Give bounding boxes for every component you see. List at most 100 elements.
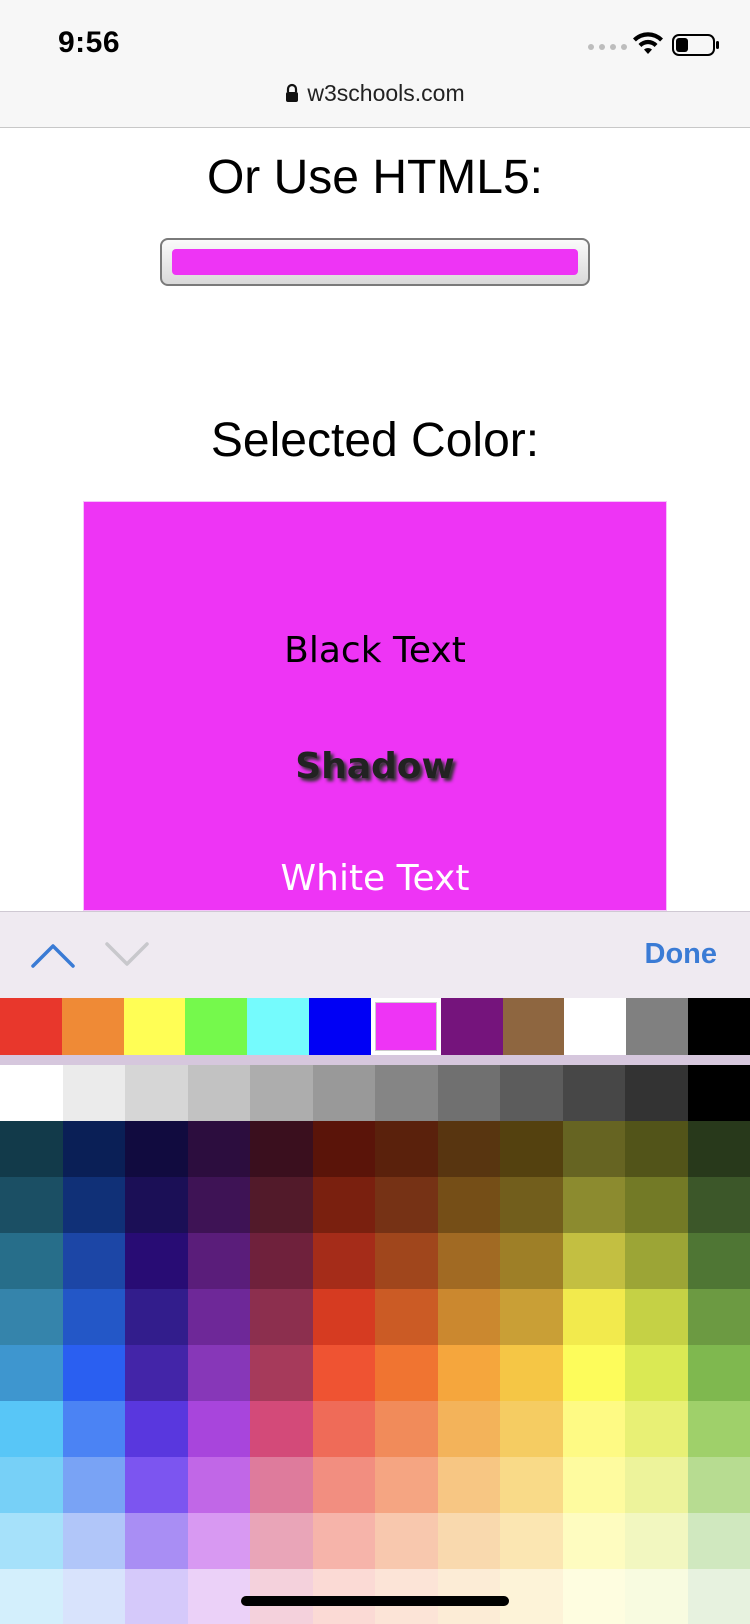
color-grid-swatch[interactable] [437,1233,500,1289]
color-grid-swatch[interactable] [375,1401,438,1457]
color-grid-swatch[interactable] [375,1289,438,1345]
color-grid-swatch[interactable] [375,1121,438,1177]
color-grid-swatch[interactable] [437,1289,500,1345]
quick-color-swatch[interactable] [309,998,371,1055]
chevron-down-icon[interactable] [104,940,150,970]
color-grid-swatch[interactable] [625,1569,688,1624]
address-bar[interactable]: w3schools.com [0,80,750,107]
quick-color-swatch[interactable] [370,998,441,1055]
quick-color-swatch[interactable] [688,998,750,1055]
color-grid-swatch[interactable] [437,1121,500,1177]
quick-color-swatch[interactable] [123,998,186,1055]
color-grid-swatch[interactable] [62,1457,125,1513]
color-grid-swatch[interactable] [437,1513,500,1569]
html5-color-input[interactable] [160,238,590,286]
color-grid-swatch[interactable] [187,1065,250,1121]
color-grid-swatch[interactable] [187,1345,250,1401]
color-grid-swatch[interactable] [500,1177,563,1233]
color-grid-swatch[interactable] [125,1401,188,1457]
quick-color-swatch[interactable] [626,998,689,1055]
color-grid-swatch[interactable] [500,1513,563,1569]
color-grid-swatch[interactable] [62,1513,125,1569]
color-grid-swatch[interactable] [687,1345,750,1401]
color-grid-swatch[interactable] [187,1233,250,1289]
color-grid-swatch[interactable] [0,1233,63,1289]
color-grid-swatch[interactable] [62,1121,125,1177]
color-grid-swatch[interactable] [375,1065,438,1121]
color-grid-swatch[interactable] [125,1065,188,1121]
color-grid-swatch[interactable] [0,1513,63,1569]
color-grid-swatch[interactable] [562,1289,625,1345]
color-grid-swatch[interactable] [625,1065,688,1121]
color-grid-swatch[interactable] [687,1401,750,1457]
color-grid-swatch[interactable] [687,1065,750,1121]
color-grid-swatch[interactable] [312,1401,375,1457]
color-grid-swatch[interactable] [187,1401,250,1457]
color-grid-swatch[interactable] [62,1569,125,1624]
quick-color-swatch[interactable] [502,998,565,1055]
color-grid-swatch[interactable] [62,1233,125,1289]
color-grid-swatch[interactable] [500,1289,563,1345]
color-grid-swatch[interactable] [125,1457,188,1513]
color-grid-swatch[interactable] [625,1401,688,1457]
color-grid-swatch[interactable] [375,1233,438,1289]
color-grid-swatch[interactable] [562,1345,625,1401]
color-grid-swatch[interactable] [500,1345,563,1401]
quick-color-swatch[interactable] [61,998,124,1055]
color-grid-swatch[interactable] [625,1513,688,1569]
color-grid-swatch[interactable] [0,1401,63,1457]
color-grid-swatch[interactable] [187,1121,250,1177]
color-grid-swatch[interactable] [562,1457,625,1513]
color-grid-swatch[interactable] [687,1177,750,1233]
color-grid-swatch[interactable] [312,1457,375,1513]
color-grid-swatch[interactable] [625,1177,688,1233]
color-grid-swatch[interactable] [250,1065,313,1121]
color-grid-swatch[interactable] [0,1177,63,1233]
color-grid-swatch[interactable] [437,1345,500,1401]
color-grid-swatch[interactable] [312,1289,375,1345]
color-grid-swatch[interactable] [250,1177,313,1233]
color-grid-swatch[interactable] [562,1513,625,1569]
color-grid-swatch[interactable] [437,1177,500,1233]
color-grid-swatch[interactable] [375,1177,438,1233]
color-grid-swatch[interactable] [625,1345,688,1401]
color-grid-swatch[interactable] [562,1401,625,1457]
color-grid-swatch[interactable] [312,1177,375,1233]
color-grid-swatch[interactable] [0,1121,63,1177]
quick-color-swatch[interactable] [440,998,503,1055]
color-grid-swatch[interactable] [312,1233,375,1289]
color-grid-swatch[interactable] [250,1401,313,1457]
color-grid-swatch[interactable] [500,1065,563,1121]
color-grid-swatch[interactable] [250,1121,313,1177]
color-grid-swatch[interactable] [250,1289,313,1345]
color-grid-swatch[interactable] [0,1289,63,1345]
quick-color-swatch[interactable] [247,998,310,1055]
color-grid-swatch[interactable] [375,1513,438,1569]
color-grid-swatch[interactable] [437,1401,500,1457]
color-grid-swatch[interactable] [187,1457,250,1513]
color-grid-swatch[interactable] [687,1289,750,1345]
color-grid-swatch[interactable] [437,1065,500,1121]
color-grid-swatch[interactable] [687,1233,750,1289]
color-grid-swatch[interactable] [187,1177,250,1233]
color-grid-swatch[interactable] [125,1513,188,1569]
color-grid-swatch[interactable] [312,1513,375,1569]
color-grid-swatch[interactable] [62,1401,125,1457]
color-grid-swatch[interactable] [250,1457,313,1513]
color-grid-swatch[interactable] [312,1121,375,1177]
color-grid-swatch[interactable] [250,1513,313,1569]
color-grid-swatch[interactable] [312,1345,375,1401]
color-grid-swatch[interactable] [687,1121,750,1177]
done-button[interactable]: Done [645,938,718,971]
color-grid-swatch[interactable] [0,1457,63,1513]
color-grid-swatch[interactable] [125,1177,188,1233]
color-grid-swatch[interactable] [500,1121,563,1177]
color-grid-swatch[interactable] [625,1457,688,1513]
color-grid-swatch[interactable] [250,1233,313,1289]
color-grid-swatch[interactable] [625,1121,688,1177]
color-grid-swatch[interactable] [687,1513,750,1569]
color-grid-swatch[interactable] [0,1065,63,1121]
quick-color-swatch[interactable] [564,998,627,1055]
color-grid-swatch[interactable] [500,1569,563,1624]
color-grid-swatch[interactable] [625,1233,688,1289]
